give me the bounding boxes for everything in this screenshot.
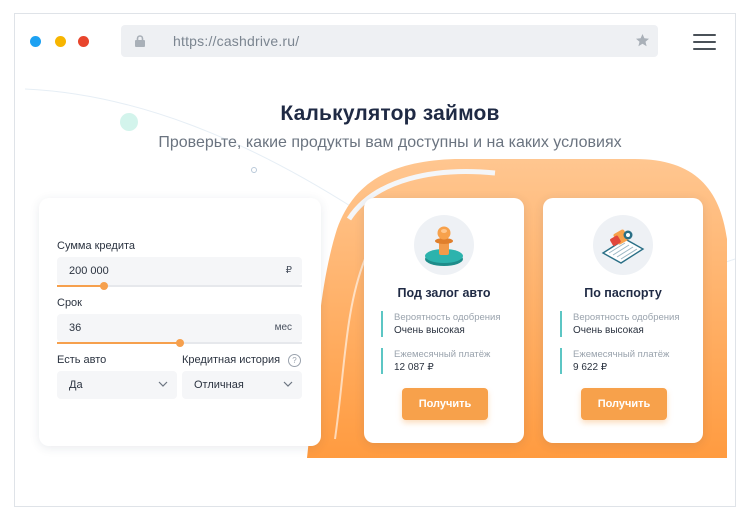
bookmark-star-icon[interactable] [635, 33, 650, 48]
window-dot-yellow[interactable] [55, 36, 66, 47]
credit-history-label: Кредитная история [182, 354, 281, 366]
term-value: 36 [69, 322, 82, 334]
window-dot-blue[interactable] [30, 36, 41, 47]
help-icon[interactable]: ? [288, 354, 301, 367]
amount-input[interactable]: 200 000 ₽ [57, 257, 302, 285]
product-card-passport: По паспорту Вероятность одобрения Очень … [543, 198, 703, 443]
amount-label: Сумма кредита [57, 240, 136, 252]
approval-label: Вероятность одобрения [573, 312, 680, 323]
credit-history-select[interactable]: Отличная [182, 371, 302, 399]
window-dot-red[interactable] [78, 36, 89, 47]
term-label: Срок [57, 297, 82, 309]
product-title: По паспорту [584, 286, 662, 300]
amount-value: 200 000 [69, 265, 109, 277]
address-url: https://cashdrive.ru/ [173, 33, 300, 49]
passport-icon [601, 229, 645, 264]
product-title: Под залог авто [397, 286, 491, 300]
product-card-car-loan: Под залог авто Вероятность одобрения Оче… [364, 198, 524, 443]
amount-slider-fill [57, 285, 104, 287]
payment-stat: Ежемесячный платёж 9 622 ₽ [560, 348, 669, 374]
payment-value: 9 622 ₽ [573, 362, 608, 373]
page-title: Калькулятор займов [280, 102, 500, 125]
term-input[interactable]: 36 мес [57, 314, 302, 342]
approval-label: Вероятность одобрения [394, 312, 501, 323]
has-car-value: Да [69, 379, 83, 391]
term-unit: мес [274, 322, 292, 333]
approval-value: Очень высокая [394, 325, 465, 336]
page-subtitle: Проверьте, какие продукты вам доступны и… [158, 134, 622, 151]
menu-hamburger-icon[interactable] [693, 34, 716, 51]
page-content: Калькулятор займов Проверьте, какие прод… [15, 69, 735, 506]
term-slider-handle[interactable] [175, 339, 184, 347]
term-slider-fill [57, 342, 180, 344]
browser-toolbar: https://cashdrive.ru/ [15, 14, 735, 69]
get-loan-button[interactable]: Получить [402, 388, 488, 420]
product-icon-circle [414, 215, 474, 275]
payment-value: 12 087 ₽ [394, 362, 434, 373]
chevron-down-icon [283, 381, 293, 387]
approval-stat: Вероятность одобрения Очень высокая [560, 311, 680, 337]
amount-slider-handle[interactable] [99, 282, 108, 290]
amount-unit: ₽ [285, 265, 292, 276]
has-car-select[interactable]: Да [57, 371, 177, 399]
credit-history-value: Отличная [194, 379, 244, 391]
has-car-label: Есть авто [57, 354, 107, 366]
loan-calculator-form: Сумма кредита 200 000 ₽ Срок 36 мес Есть… [39, 198, 321, 446]
chevron-down-icon [158, 381, 168, 387]
address-bar[interactable]: https://cashdrive.ru/ [121, 25, 658, 57]
browser-window: https://cashdrive.ru/ Калькулятор займов… [14, 13, 736, 507]
approval-stat: Вероятность одобрения Очень высокая [381, 311, 501, 337]
approval-value: Очень высокая [573, 325, 644, 336]
stamp-icon [425, 226, 463, 266]
term-slider[interactable] [57, 339, 302, 347]
payment-stat: Ежемесячный платёж 12 087 ₽ [381, 348, 490, 374]
amount-slider[interactable] [57, 282, 302, 290]
payment-label: Ежемесячный платёж [573, 349, 670, 360]
payment-label: Ежемесячный платёж [394, 349, 491, 360]
product-icon-circle [593, 215, 653, 275]
lock-icon [135, 35, 145, 47]
get-loan-button[interactable]: Получить [581, 388, 667, 420]
